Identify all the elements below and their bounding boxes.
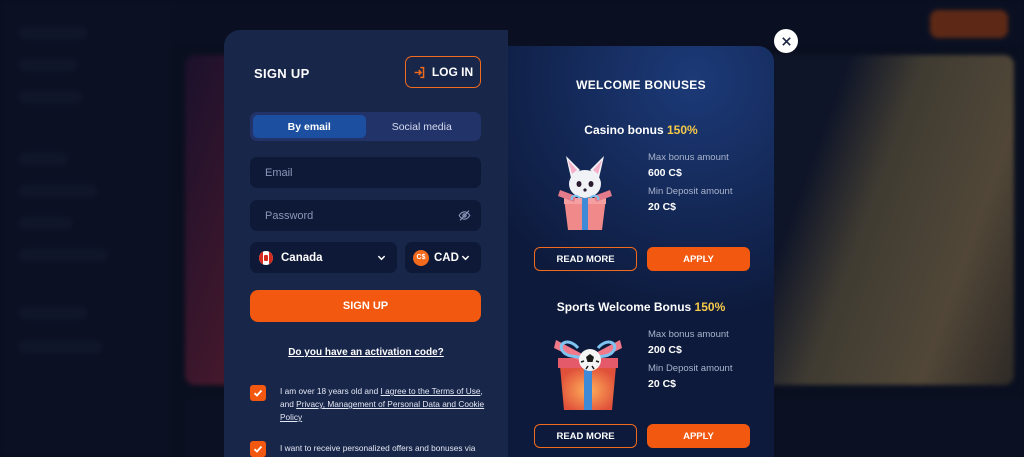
login-label: LOG IN bbox=[431, 65, 474, 79]
sports-max-value: 200 C$ bbox=[648, 344, 682, 356]
casino-apply-button[interactable]: APPLY bbox=[647, 247, 750, 271]
casino-min-value: 20 C$ bbox=[648, 201, 677, 213]
checkmark-icon bbox=[253, 389, 263, 397]
tab-by-email[interactable]: By email bbox=[253, 115, 366, 138]
age-terms-text: I am over 18 years old and I agree to th… bbox=[280, 385, 490, 424]
chevron-down-icon bbox=[377, 255, 386, 261]
football-gift-illustration bbox=[554, 340, 622, 410]
email-placeholder: Email bbox=[265, 166, 293, 179]
casino-min-label: Min Deposit amount bbox=[648, 186, 733, 197]
signup-panel: SIGN UP LOG IN By email Social media Ema… bbox=[224, 30, 508, 457]
password-field[interactable]: Password bbox=[250, 200, 481, 231]
sports-max-label: Max bonus amount bbox=[648, 329, 729, 340]
casino-bonus-title: Casino bonus 150% bbox=[508, 123, 774, 137]
casino-max-value: 600 C$ bbox=[648, 167, 682, 179]
sports-min-value: 20 C$ bbox=[648, 378, 677, 390]
eye-off-icon[interactable] bbox=[458, 209, 471, 222]
signup-method-tabs: By email Social media bbox=[250, 112, 481, 141]
country-value: Canada bbox=[281, 251, 323, 264]
tab-social-media[interactable]: Social media bbox=[366, 115, 479, 138]
privacy-policy-link[interactable]: Privacy, Management of Personal Data and… bbox=[280, 399, 484, 422]
bonus-percent: 150% bbox=[666, 123, 698, 137]
terms-of-use-link[interactable]: I agree to the Terms of Use bbox=[381, 386, 481, 396]
casino-max-label: Max bonus amount bbox=[648, 152, 729, 163]
currency-icon: C$ bbox=[413, 249, 429, 266]
login-button[interactable]: LOG IN bbox=[405, 56, 481, 88]
close-modal-button[interactable] bbox=[774, 29, 798, 53]
password-placeholder: Password bbox=[265, 209, 314, 222]
chevron-down-icon bbox=[461, 255, 470, 261]
activation-code-link[interactable]: Do you have an activation code? bbox=[224, 347, 508, 358]
bonus-name: Casino bonus bbox=[584, 123, 664, 137]
sports-apply-button[interactable]: APPLY bbox=[647, 424, 750, 448]
email-field[interactable]: Email bbox=[250, 157, 481, 188]
age-terms-checkbox[interactable] bbox=[250, 385, 266, 401]
bonuses-panel: WELCOME BONUSES Casino bonus 150% Max bo… bbox=[508, 46, 774, 457]
checkmark-icon bbox=[253, 445, 263, 453]
fox-gift-illustration bbox=[558, 156, 612, 230]
login-icon bbox=[414, 66, 425, 78]
canada-flag-icon bbox=[259, 250, 273, 265]
casino-read-more-button[interactable]: READ MORE bbox=[534, 247, 637, 271]
signup-submit-button[interactable]: SIGN UP bbox=[250, 290, 481, 322]
bonus-percent: 150% bbox=[694, 300, 726, 314]
sports-read-more-button[interactable]: READ MORE bbox=[534, 424, 637, 448]
currency-select[interactable]: C$ CAD bbox=[405, 242, 481, 273]
offers-checkbox[interactable] bbox=[250, 441, 266, 457]
bonuses-title: WELCOME BONUSES bbox=[576, 78, 706, 92]
bonus-name: Sports Welcome Bonus bbox=[556, 300, 692, 314]
consent-text: I am over 18 years old and bbox=[280, 386, 381, 396]
offers-text: I want to receive personalized offers an… bbox=[280, 443, 476, 453]
country-select[interactable]: Canada bbox=[250, 242, 397, 273]
signup-title: SIGN UP bbox=[254, 66, 310, 81]
close-icon bbox=[781, 36, 791, 46]
sports-min-label: Min Deposit amount bbox=[648, 363, 733, 374]
sports-bonus-title: Sports Welcome Bonus 150% bbox=[508, 300, 774, 314]
currency-value: CAD bbox=[434, 251, 459, 264]
